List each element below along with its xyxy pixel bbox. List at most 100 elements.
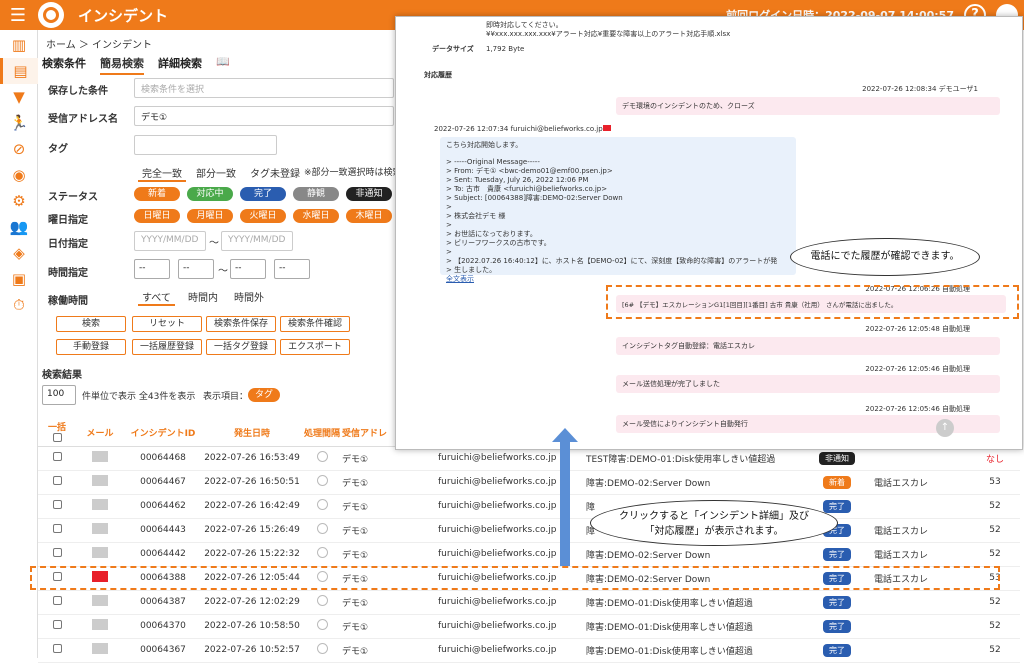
block-icon[interactable]: ⊘ (0, 136, 38, 162)
mail-icon[interactable] (92, 643, 108, 654)
row-checkbox[interactable] (52, 548, 62, 557)
col-interval[interactable]: 処理間隔 (302, 420, 342, 447)
day-mon[interactable]: 月曜日 (187, 209, 233, 223)
incident-id[interactable]: 00064370 (124, 614, 202, 639)
export-button[interactable]: エクスポート (280, 339, 350, 355)
qa-icon[interactable]: ◉ (0, 162, 38, 188)
time-to-hour[interactable]: -- (230, 259, 266, 279)
time-to-min[interactable]: -- (274, 259, 310, 279)
save-cond-button[interactable]: 検索条件保存 (206, 316, 276, 332)
run-icon[interactable]: 🏃 (0, 110, 38, 136)
status-new[interactable]: 新着 (134, 187, 180, 201)
col-time[interactable]: 発生日時 (202, 420, 302, 447)
mail-icon[interactable] (92, 523, 108, 534)
mail-icon[interactable] (92, 499, 108, 510)
table-row[interactable]: 00064367 2022-07-26 10:52:57 デモ① furuichi@b… (38, 638, 1020, 663)
bulk-history-button[interactable]: 一括履歴登録 (132, 339, 202, 355)
filter-icon[interactable]: ▼ (0, 84, 38, 110)
incident-id[interactable]: 00064443 (124, 518, 202, 543)
match-note: ※部分一致選択時は検索 (304, 168, 402, 178)
table-row[interactable]: 00064462 2022-07-26 16:42:49 デモ① furuichi@b… (38, 494, 1020, 519)
row-checkbox[interactable] (52, 596, 62, 605)
address-input[interactable]: デモ① (134, 106, 394, 126)
day-tue[interactable]: 火曜日 (240, 209, 286, 223)
incident-subject[interactable]: 障害:DEMO-01:Disk使用率しきい値超過 (586, 614, 800, 639)
scroll-top-icon[interactable]: ↑ (936, 419, 954, 437)
mail-icon[interactable] (92, 547, 108, 558)
clipboard-icon[interactable]: ▤ (0, 58, 38, 84)
book-icon[interactable]: 📖 (216, 55, 230, 75)
incident-id[interactable]: 00064367 (124, 638, 202, 663)
row-checkbox[interactable] (52, 500, 62, 509)
table-row[interactable]: 00064443 2022-07-26 15:26:49 デモ① furuichi@b… (38, 518, 1020, 543)
clock-icon (316, 475, 328, 486)
mail-icon[interactable] (92, 619, 108, 630)
row-checkbox[interactable] (52, 620, 62, 629)
table-row[interactable]: 00064370 2022-07-26 10:58:50 デモ① furuichi@b… (38, 614, 1020, 639)
search-tabs: 検索条件 簡易検索 詳細検索 📖 (42, 55, 244, 75)
work-in[interactable]: 時間内 (188, 289, 218, 304)
work-all[interactable]: すべて (138, 289, 175, 306)
tab-detail[interactable]: 詳細検索 (158, 55, 202, 75)
incident-id[interactable]: 00064467 (124, 470, 202, 495)
match-partial[interactable]: 部分一致 (196, 165, 236, 180)
day-wed[interactable]: 水曜日 (293, 209, 339, 223)
row-checkbox[interactable] (52, 644, 62, 653)
incident-id[interactable]: 00064387 (124, 590, 202, 615)
incident-subject[interactable]: 障害:DEMO-01:Disk使用率しきい値超過 (586, 638, 800, 663)
tab-simple[interactable]: 簡易検索 (100, 55, 144, 75)
mail-icon[interactable] (92, 595, 108, 606)
col-id[interactable]: インシデントID (124, 420, 202, 447)
mail-icon[interactable] (92, 475, 108, 486)
incident-tag (874, 494, 970, 519)
select-all-checkbox[interactable] (52, 433, 62, 443)
users-icon[interactable]: 👥 (0, 214, 38, 240)
work-out[interactable]: 時間外 (234, 289, 264, 304)
table-row[interactable]: 00064442 2022-07-26 15:22:32 デモ① furuichi@b… (38, 542, 1020, 567)
status-working[interactable]: 対応中 (187, 187, 233, 201)
table-row[interactable]: 00064467 2022-07-26 16:50:51 デモ① furuichi@b… (38, 470, 1020, 495)
row-checkbox[interactable] (52, 524, 62, 533)
match-untagged[interactable]: タグ未登録 (250, 165, 300, 180)
chart-icon[interactable]: ▥ (0, 32, 38, 58)
mail-icon[interactable] (92, 451, 108, 462)
date-label: 日付指定 (48, 239, 88, 250)
saved-select[interactable]: 検索条件を選択 (134, 78, 394, 98)
timer-icon[interactable]: ⏱ (0, 292, 38, 318)
check-cond-button[interactable]: 検索条件確認 (280, 316, 350, 332)
reset-button[interactable]: リセット (132, 316, 202, 332)
day-sun[interactable]: 日曜日 (134, 209, 180, 223)
saved-label: 保存した条件 (48, 86, 108, 97)
settings-icon[interactable]: ⚙ (0, 188, 38, 214)
date-from[interactable]: YYYY/MM/DD (134, 231, 206, 251)
status-done[interactable]: 完了 (240, 187, 286, 201)
incident-subject[interactable]: 障害:DEMO-02:Server Down (586, 470, 800, 495)
status-watch[interactable]: 静観 (293, 187, 339, 201)
row-checkbox[interactable] (52, 476, 62, 485)
date-to[interactable]: YYYY/MM/DD (221, 231, 293, 251)
table-row[interactable]: 00064387 2022-07-26 12:02:29 デモ① furuichi@b… (38, 590, 1020, 615)
match-exact[interactable]: 完全一致 (138, 165, 186, 182)
layers-icon[interactable]: ◈ (0, 240, 38, 266)
per-page-select[interactable]: 100 (42, 385, 76, 405)
tag-input[interactable] (134, 135, 277, 155)
manual-register-button[interactable]: 手動登録 (56, 339, 126, 355)
time-from-hour[interactable]: -- (134, 259, 170, 279)
day-thu[interactable]: 木曜日 (346, 209, 392, 223)
row-checkbox[interactable] (52, 452, 62, 461)
search-button[interactable]: 検索 (56, 316, 126, 332)
col-mail[interactable]: メール (76, 420, 124, 447)
incident-subject[interactable]: 障害:DEMO-01:Disk使用率しきい値超過 (586, 590, 800, 615)
formula-icon[interactable]: ▣ (0, 266, 38, 292)
incident-from: furuichi@beliefworks.co.jp (438, 638, 586, 663)
incident-id[interactable]: 00064462 (124, 494, 202, 519)
display-tag[interactable]: タグ (248, 388, 280, 402)
status-nonotify[interactable]: 非通知 (346, 187, 392, 201)
bulk-tag-button[interactable]: 一括タグ登録 (206, 339, 276, 355)
time-from-min[interactable]: -- (178, 259, 214, 279)
incident-id[interactable]: 00064442 (124, 542, 202, 567)
mail-line: > ビリーフワークスの古市です。 (446, 239, 551, 247)
show-all-link[interactable]: 全文表示 (446, 275, 790, 284)
menu-icon[interactable]: ☰ (4, 5, 32, 26)
incident-id[interactable]: 00064468 (124, 446, 202, 471)
